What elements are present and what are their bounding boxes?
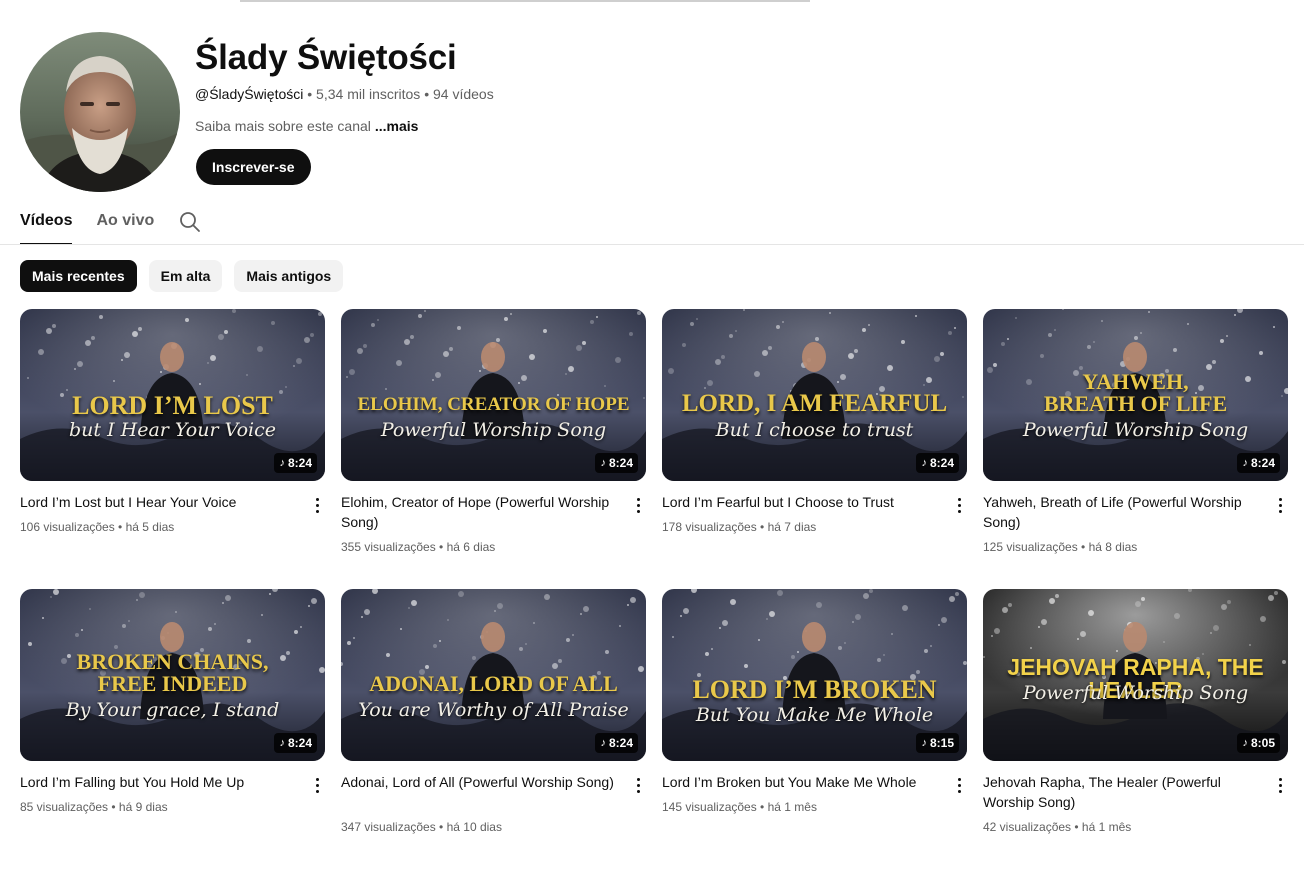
music-note-icon: ♪ (279, 737, 285, 749)
music-note-icon: ♪ (1242, 737, 1248, 749)
thumbnail-title: ELOHIM, CREATOR OF HOPE (357, 394, 630, 415)
channel-tabs: Vídeos Ao vivo (20, 205, 178, 245)
music-note-icon: ♪ (921, 457, 927, 469)
video-duration: ♪ 8:24 (1237, 453, 1280, 473)
video-duration: ♪ 8:24 (916, 453, 959, 473)
duration-text: 8:24 (1250, 456, 1275, 470)
video-title[interactable]: Lord I’m Broken but You Make Me Whole (662, 772, 942, 792)
thumbnail-subtitle: Powerful Worship Song (1022, 419, 1249, 441)
video-card[interactable]: LORD, I AM FEARFUL But I choose to trust… (662, 309, 967, 589)
video-thumbnail[interactable]: LORD, I AM FEARFUL But I choose to trust… (662, 309, 967, 481)
more-vert-icon[interactable] (951, 775, 967, 795)
video-duration: ♪ 8:15 (916, 733, 959, 753)
thumbnail-title: BROKEN CHAINS, FREE INDEED (76, 649, 269, 696)
duration-text: 8:05 (1250, 736, 1275, 750)
thumbnail-subtitle: but I Hear Your Voice (69, 419, 276, 441)
video-thumbnail[interactable]: ADONAI, LORD OF ALL You are Worthy of Al… (341, 589, 646, 761)
chip-popular[interactable]: Em alta (148, 260, 223, 292)
video-meta: 42 visualizações • há 1 mês (983, 820, 1132, 834)
video-meta: 125 visualizações • há 8 dias (983, 540, 1138, 554)
video-thumbnail[interactable]: YAHWEH, BREATH OF LIFE Powerful Worship S… (983, 309, 1288, 481)
video-title[interactable]: Lord I’m Lost but I Hear Your Voice (20, 492, 300, 512)
video-meta: 178 visualizações • há 7 dias (662, 520, 817, 534)
thumbnail-title: ADONAI, LORD OF ALL (369, 671, 618, 696)
video-thumbnail[interactable]: LORD I’M BROKEN But You Make Me Whole ♪ … (662, 589, 967, 761)
video-card[interactable]: YAHWEH, BREATH OF LIFE Powerful Worship S… (983, 309, 1288, 589)
more-vert-icon[interactable] (630, 495, 646, 515)
video-duration: ♪ 8:24 (595, 453, 638, 473)
more-vert-icon[interactable] (630, 775, 646, 795)
video-thumbnail[interactable]: JEHOVAH RAPHA, THE HEALER Powerful Worsh… (983, 589, 1288, 761)
music-note-icon: ♪ (600, 737, 606, 749)
more-vert-icon[interactable] (309, 775, 325, 795)
channel-description-text: Saiba mais sobre este canal (195, 118, 371, 134)
video-title[interactable]: Yahweh, Breath of Life (Powerful Worship… (983, 492, 1263, 532)
video-duration: ♪ 8:24 (274, 733, 317, 753)
channel-avatar[interactable] (20, 32, 180, 192)
music-note-icon: ♪ (279, 457, 285, 469)
channel-handle[interactable]: @ŚladyŚwiętości (195, 86, 303, 102)
duration-text: 8:24 (929, 456, 954, 470)
video-meta: 347 visualizações • há 10 dias (341, 820, 502, 834)
thumbnail-title: LORD I’M LOST (72, 391, 273, 420)
video-title[interactable]: Elohim, Creator of Hope (Powerful Worshi… (341, 492, 621, 532)
tab-live[interactable]: Ao vivo (96, 205, 154, 245)
duration-text: 8:24 (608, 456, 633, 470)
video-duration: ♪ 8:24 (274, 453, 317, 473)
thumbnail-subtitle: Powerful Worship Song (1022, 682, 1249, 704)
video-card[interactable]: LORD I’M LOST but I Hear Your Voice ♪ 8:… (20, 309, 325, 589)
channel-meta: @ŚladyŚwiętości • 5,34 mil inscritos • 9… (195, 86, 494, 102)
video-title[interactable]: Lord I’m Falling but You Hold Me Up (20, 772, 300, 792)
thumbnail-subtitle: By Your grace, I stand (65, 699, 280, 721)
thumbnail-subtitle: Powerful Worship Song (380, 419, 607, 441)
video-meta: 85 visualizações • há 9 dias (20, 800, 168, 814)
tabs-divider (0, 244, 1304, 245)
chip-oldest[interactable]: Mais antigos (234, 260, 344, 292)
subscribe-button[interactable]: Inscrever-se (196, 149, 311, 185)
thumbnail-subtitle: You are Worthy of All Praise (358, 699, 629, 721)
video-meta: 145 visualizações • há 1 mês (662, 800, 817, 814)
video-thumbnail[interactable]: ELOHIM, CREATOR OF HOPE Powerful Worship… (341, 309, 646, 481)
top-scroll-edge (240, 0, 810, 2)
video-meta: 106 visualizações • há 5 dias (20, 520, 175, 534)
video-title[interactable]: Lord I’m Fearful but I Choose to Trust (662, 492, 942, 512)
thumbnail-subtitle: But I choose to trust (715, 419, 914, 441)
video-meta: 355 visualizações • há 6 dias (341, 540, 496, 554)
video-card[interactable]: LORD I’M BROKEN But You Make Me Whole ♪ … (662, 589, 967, 869)
video-card[interactable]: BROKEN CHAINS, FREE INDEED By Your grace,… (20, 589, 325, 869)
duration-text: 8:24 (608, 736, 633, 750)
video-title[interactable]: Adonai, Lord of All (Powerful Worship So… (341, 772, 621, 792)
duration-text: 8:15 (929, 736, 954, 750)
thumbnail-title: LORD I’M BROKEN (692, 675, 937, 704)
music-note-icon: ♪ (921, 737, 927, 749)
more-vert-icon[interactable] (309, 495, 325, 515)
video-grid: LORD I’M LOST but I Hear Your Voice ♪ 8:… (20, 309, 1288, 869)
video-title[interactable]: Jehovah Rapha, The Healer (Powerful Wors… (983, 772, 1263, 812)
duration-text: 8:24 (287, 736, 312, 750)
video-card[interactable]: ELOHIM, CREATOR OF HOPE Powerful Worship… (341, 309, 646, 589)
video-thumbnail[interactable]: LORD I’M LOST but I Hear Your Voice ♪ 8:… (20, 309, 325, 481)
channel-title: Ślady Świętości (195, 38, 457, 77)
search-icon[interactable] (178, 210, 202, 234)
more-vert-icon[interactable] (1272, 495, 1288, 515)
more-link[interactable]: ...mais (375, 118, 419, 134)
music-note-icon: ♪ (1242, 457, 1248, 469)
thumbnail-title: YAHWEH, BREATH OF LIFE (1043, 369, 1228, 416)
channel-description: Saiba mais sobre este canal ...mais (195, 118, 418, 134)
video-duration: ♪ 8:05 (1237, 733, 1280, 753)
video-card[interactable]: ADONAI, LORD OF ALL You are Worthy of Al… (341, 589, 646, 869)
video-duration: ♪ 8:24 (595, 733, 638, 753)
video-card[interactable]: JEHOVAH RAPHA, THE HEALER Powerful Worsh… (983, 589, 1288, 869)
video-thumbnail[interactable]: BROKEN CHAINS, FREE INDEED By Your grace,… (20, 589, 325, 761)
channel-stats: • 5,34 mil inscritos • 94 vídeos (303, 86, 494, 102)
duration-text: 8:24 (287, 456, 312, 470)
tab-videos[interactable]: Vídeos (20, 205, 73, 245)
thumbnail-title: LORD, I AM FEARFUL (681, 390, 948, 417)
chip-latest[interactable]: Mais recentes (20, 260, 137, 292)
more-vert-icon[interactable] (1272, 775, 1288, 795)
sort-chips: Mais recentes Em alta Mais antigos (20, 260, 344, 292)
thumbnail-subtitle: But You Make Me Whole (695, 704, 934, 726)
music-note-icon: ♪ (600, 457, 606, 469)
more-vert-icon[interactable] (951, 495, 967, 515)
